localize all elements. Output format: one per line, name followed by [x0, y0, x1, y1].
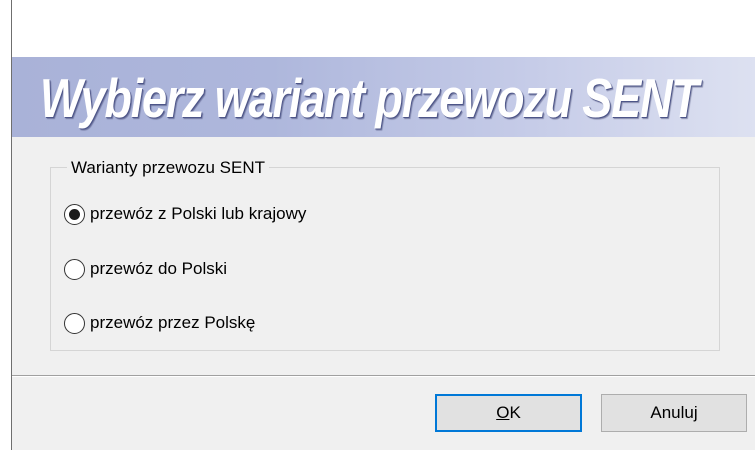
variant-dialog: Wybierz wariant przewozu SENT Warianty p…: [12, 57, 755, 450]
variants-group-label: Warianty przewozu SENT: [67, 159, 269, 177]
banner-title: Wybierz wariant przewozu SENT: [40, 67, 699, 129]
radio-option-from-poland[interactable]: przewóz z Polski lub krajowy: [64, 202, 306, 226]
footer-separator-highlight: [12, 376, 755, 377]
radio-button-selected[interactable]: [64, 203, 85, 225]
radio-option-label: przewóz przez Polskę: [90, 313, 256, 332]
radio-option-to-poland[interactable]: przewóz do Polski: [64, 257, 227, 281]
radio-button[interactable]: [64, 312, 85, 334]
radio-option-label: przewóz z Polski lub krajowy: [90, 204, 307, 223]
radio-option-through-poland[interactable]: przewóz przez Polskę: [64, 311, 255, 335]
radio-option-label: przewóz do Polski: [90, 259, 228, 278]
ok-button[interactable]: OK: [435, 394, 582, 432]
cancel-button[interactable]: Anuluj: [601, 394, 747, 432]
ok-label-rest: K: [509, 403, 521, 422]
radio-dot: [69, 208, 80, 220]
radio-button[interactable]: [64, 258, 85, 280]
dialog-banner: Wybierz wariant przewozu SENT: [12, 57, 755, 137]
dialog-content: Warianty przewozu SENT przewóz z Polski …: [12, 137, 755, 375]
ok-mnemonic: O: [496, 403, 510, 422]
